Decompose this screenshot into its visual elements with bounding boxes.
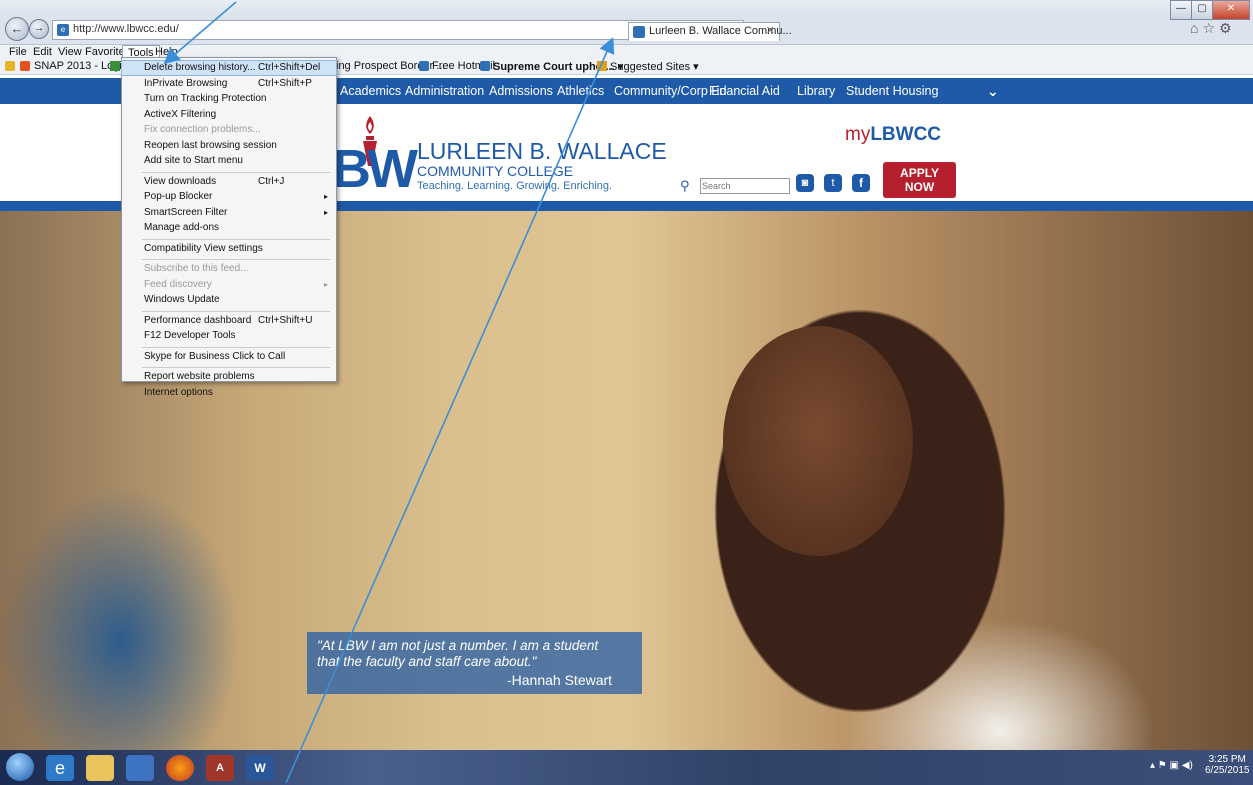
arrow-to-delete-history <box>163 1 237 65</box>
arrow-to-tab <box>285 37 615 784</box>
annotation-arrows <box>163 1 615 784</box>
